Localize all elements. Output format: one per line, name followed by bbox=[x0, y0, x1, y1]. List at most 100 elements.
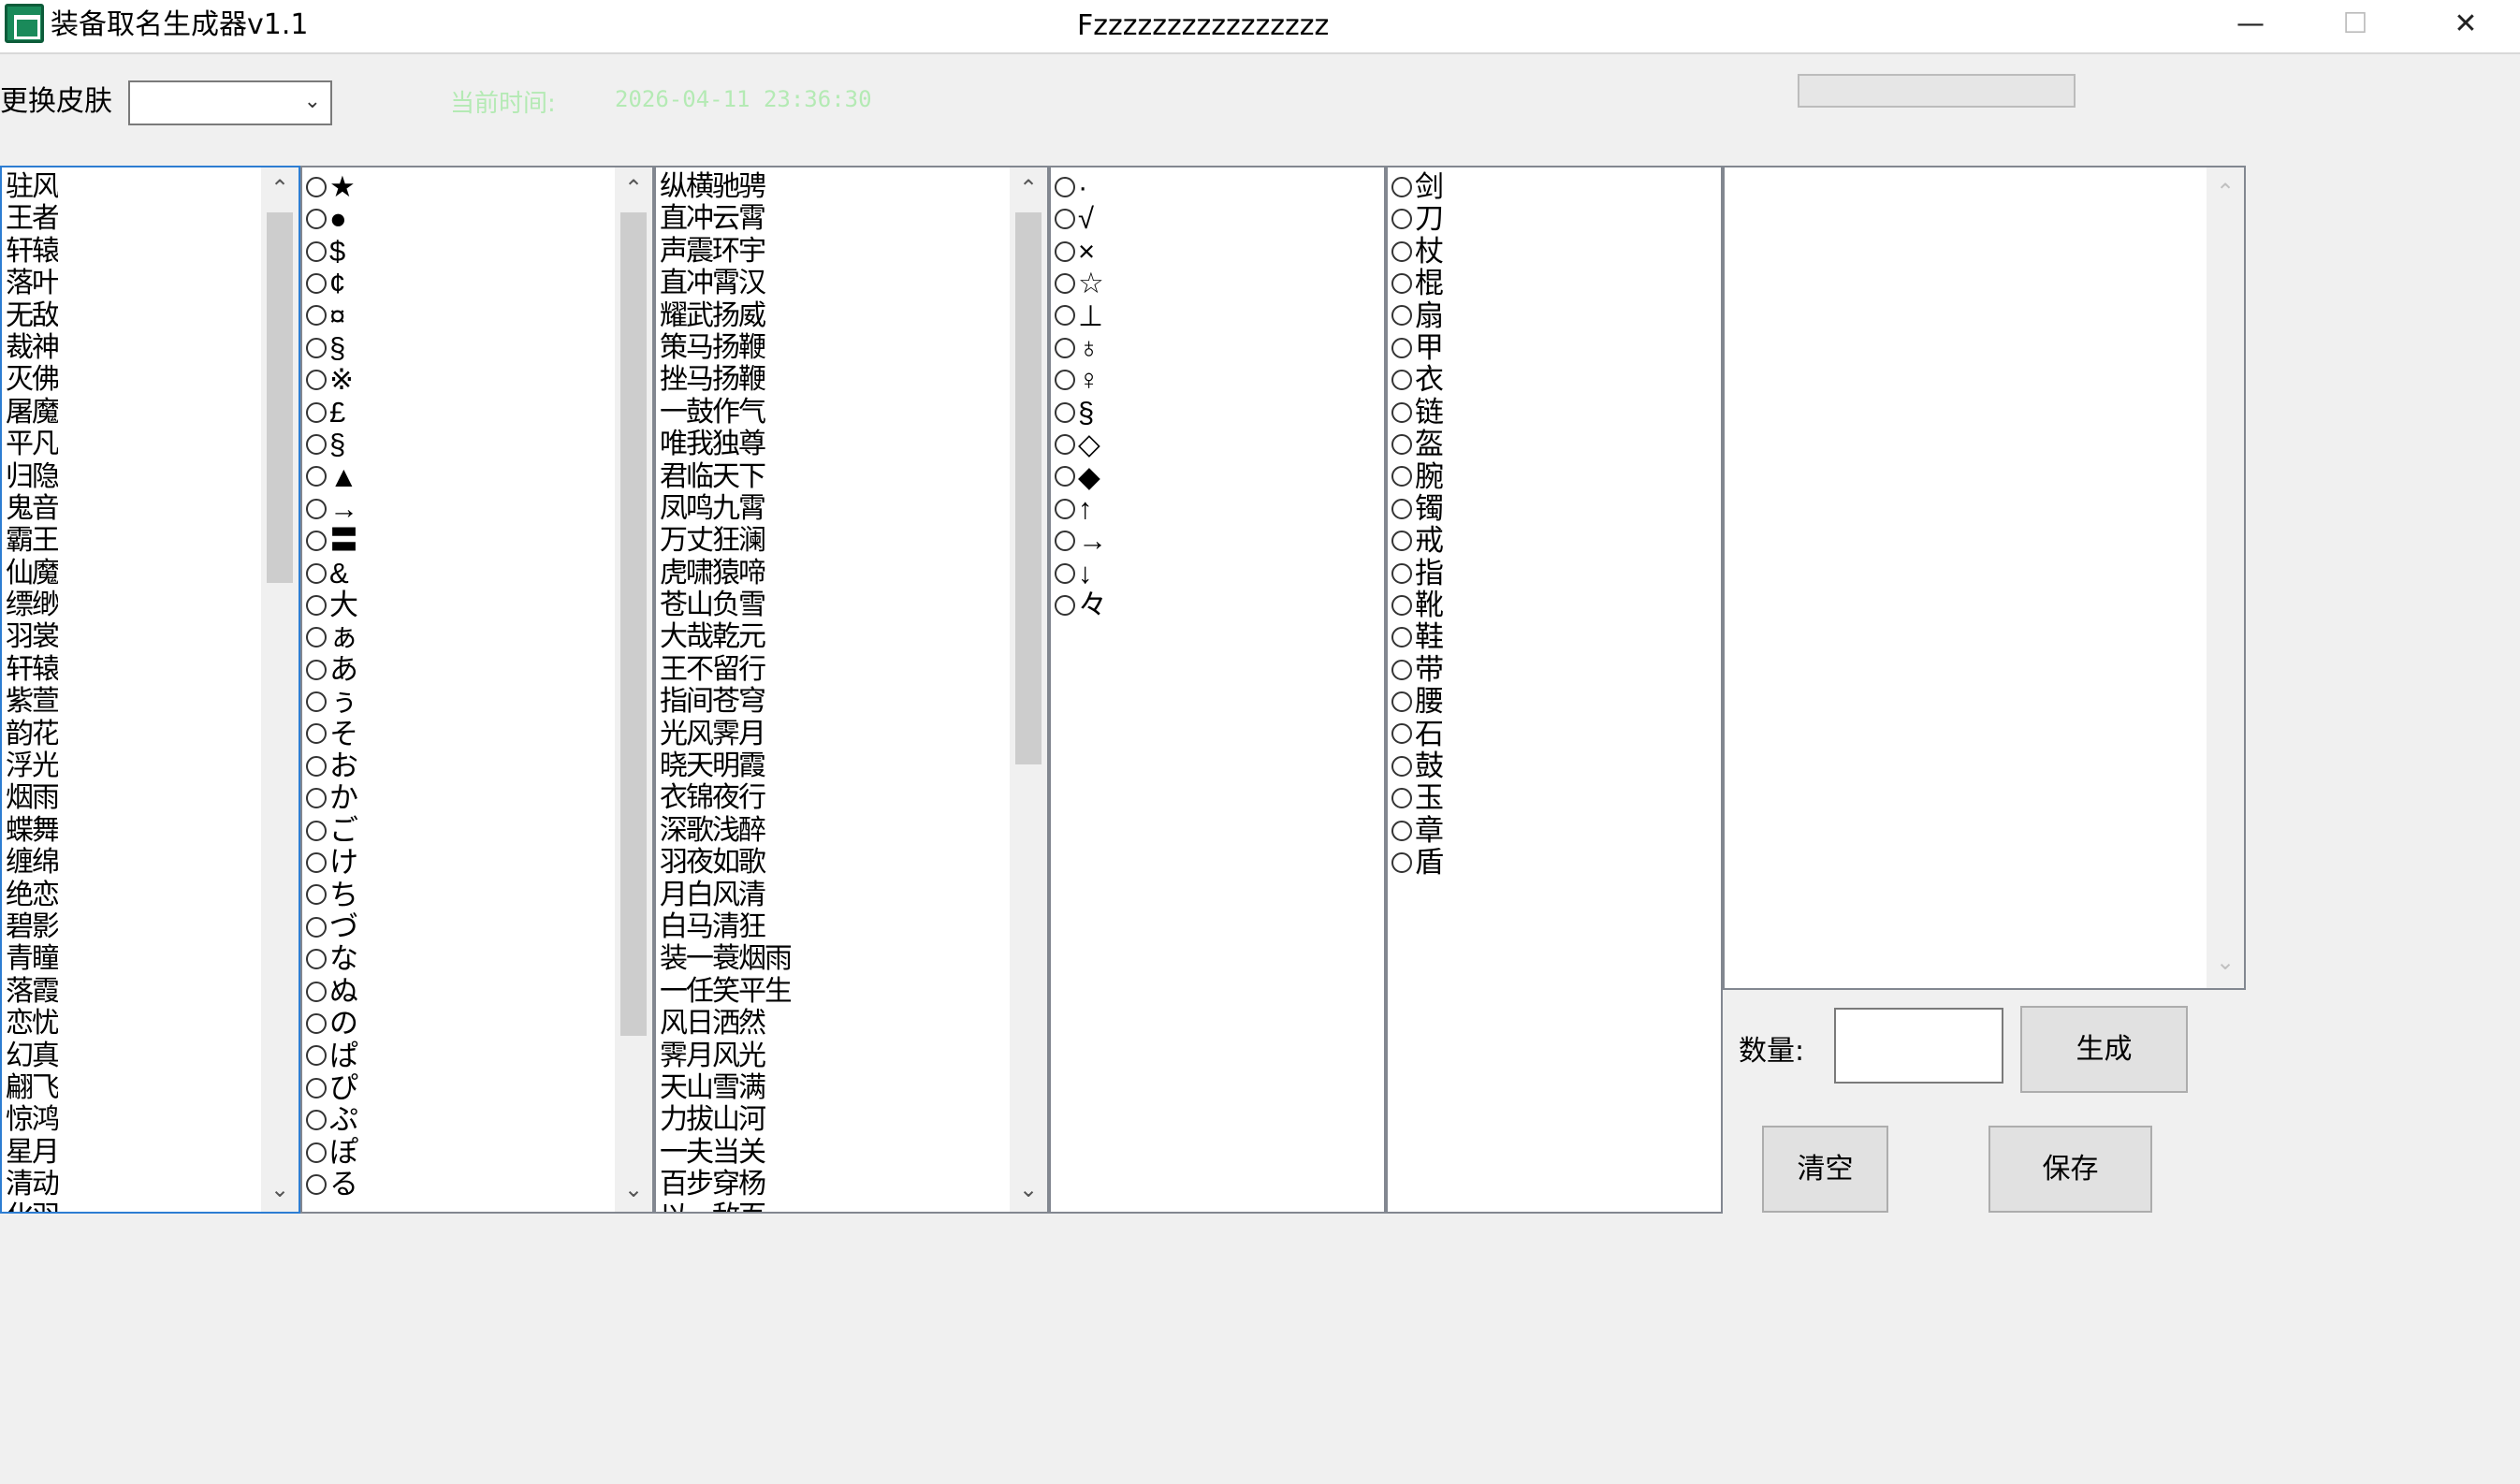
radio-button[interactable] bbox=[306, 755, 327, 777]
list-item[interactable]: 归隐 bbox=[6, 461, 58, 493]
radio-button[interactable] bbox=[306, 1077, 327, 1098]
scroll-up-icon[interactable]: ⌃ bbox=[1010, 169, 1047, 207]
list-item[interactable]: 翩飞 bbox=[6, 1072, 58, 1104]
names-scrollbar[interactable]: ⌃ ⌄ bbox=[261, 167, 299, 1212]
list-item[interactable]: √ bbox=[1055, 203, 1107, 235]
radio-button[interactable] bbox=[1055, 562, 1075, 584]
list-item[interactable]: 盾 bbox=[1391, 847, 1444, 879]
list-item[interactable]: ◆ bbox=[1055, 461, 1107, 493]
list-item[interactable]: か bbox=[306, 782, 358, 814]
list-item[interactable]: ぱ bbox=[306, 1040, 358, 1072]
radio-button[interactable] bbox=[1391, 176, 1412, 197]
list-item[interactable]: 声震环宇 bbox=[660, 236, 791, 268]
list-item[interactable]: 光风霁月 bbox=[660, 719, 791, 750]
radio-button[interactable] bbox=[1055, 337, 1075, 358]
list-item[interactable]: 靴 bbox=[1391, 589, 1444, 621]
radio-button[interactable] bbox=[1055, 466, 1075, 487]
radio-button[interactable] bbox=[306, 466, 327, 487]
radio-button[interactable] bbox=[306, 433, 327, 455]
list-item[interactable]: 衣 bbox=[1391, 364, 1444, 396]
list-item[interactable]: 霁月风光 bbox=[660, 1040, 791, 1072]
list-item[interactable]: ぁ bbox=[306, 621, 358, 653]
radio-button[interactable] bbox=[1391, 337, 1412, 358]
list-item[interactable]: 甲 bbox=[1391, 332, 1444, 364]
list-item[interactable]: 々 bbox=[1055, 589, 1107, 621]
radio-button[interactable] bbox=[306, 981, 327, 1002]
names-listbox[interactable]: 驻风 王者 轩辕 落叶 无敌 裁神 灭佛 屠魔 平凡 归隐 鬼音 霸王 仙魔 缥缈 羽裳 轩辕 紫萱 韵花 浮光 烟雨… bbox=[0, 166, 300, 1214]
radio-button[interactable] bbox=[1391, 498, 1412, 519]
minimize-button[interactable]: — bbox=[2196, 0, 2305, 49]
radio-button[interactable] bbox=[306, 176, 327, 197]
radio-button[interactable] bbox=[1055, 176, 1075, 197]
radio-button[interactable] bbox=[306, 949, 327, 970]
list-item[interactable]: 以一敌百 bbox=[660, 1201, 791, 1213]
list-item[interactable]: ご bbox=[306, 815, 358, 847]
radio-button[interactable] bbox=[1055, 370, 1075, 391]
radio-button[interactable] bbox=[1055, 594, 1075, 616]
list-item[interactable]: 王不留行 bbox=[660, 654, 791, 686]
radio-button[interactable] bbox=[306, 852, 327, 874]
list-item[interactable]: 鬼音 bbox=[6, 493, 58, 525]
list-item[interactable]: 绝恋 bbox=[6, 880, 58, 911]
list-item[interactable]: 白马清狂 bbox=[660, 911, 791, 943]
list-item[interactable]: 王者 bbox=[6, 203, 58, 235]
list-item[interactable]: 碧影 bbox=[6, 911, 58, 943]
list-item[interactable]: 风日洒然 bbox=[660, 1008, 791, 1040]
list-item[interactable]: 屠魔 bbox=[6, 397, 58, 429]
list-item[interactable]: § bbox=[306, 429, 358, 460]
radio-button[interactable] bbox=[306, 498, 327, 519]
maximize-button[interactable]: ☐ bbox=[2301, 0, 2410, 49]
list-item[interactable]: ● bbox=[306, 203, 358, 235]
phrases-scrollbar[interactable]: ⌃ ⌄ bbox=[1010, 167, 1047, 1212]
list-item[interactable]: 霸王 bbox=[6, 525, 58, 557]
radio-button[interactable] bbox=[306, 1012, 327, 1034]
list-item[interactable]: 缠绵 bbox=[6, 847, 58, 879]
list-item[interactable]: ▲ bbox=[306, 461, 358, 493]
skin-select[interactable]: ⌄ bbox=[128, 80, 332, 125]
list-item[interactable]: 刀 bbox=[1391, 203, 1444, 235]
list-item[interactable]: · bbox=[1055, 171, 1107, 203]
list-item[interactable]: ♀ bbox=[1055, 364, 1107, 396]
list-item[interactable]: 灭佛 bbox=[6, 364, 58, 396]
marks-listbox[interactable]: · √ × ☆ ⊥ ♁ ♀ § ◇ ◆ ↑ → ↓ 々 bbox=[1049, 166, 1386, 1214]
list-item[interactable]: 平凡 bbox=[6, 429, 58, 460]
scroll-thumb[interactable] bbox=[620, 212, 647, 1036]
list-item[interactable]: 凤鸣九霄 bbox=[660, 493, 791, 525]
list-item[interactable]: ぷ bbox=[306, 1104, 358, 1136]
list-item[interactable]: 韵花 bbox=[6, 719, 58, 750]
list-item[interactable]: 唯我独尊 bbox=[660, 429, 791, 460]
list-item[interactable]: 剑 bbox=[1391, 171, 1444, 203]
list-item[interactable]: $ bbox=[306, 236, 358, 268]
scroll-down-icon[interactable]: ⌄ bbox=[2207, 943, 2244, 981]
list-item[interactable]: 星月 bbox=[6, 1137, 58, 1169]
list-item[interactable]: 纵横驰骋 bbox=[660, 171, 791, 203]
scroll-thumb[interactable] bbox=[267, 212, 293, 583]
save-button[interactable]: 保存 bbox=[1988, 1126, 2152, 1213]
list-item[interactable]: 驻风 bbox=[6, 171, 58, 203]
list-item[interactable]: 轩辕 bbox=[6, 654, 58, 686]
radio-button[interactable] bbox=[306, 788, 327, 809]
list-item[interactable]: 戒 bbox=[1391, 525, 1444, 557]
radio-button[interactable] bbox=[1055, 401, 1075, 423]
list-item[interactable]: 落叶 bbox=[6, 268, 58, 299]
radio-button[interactable] bbox=[306, 1173, 327, 1195]
list-item[interactable]: 羽裳 bbox=[6, 621, 58, 653]
list-item[interactable]: 直冲云霄 bbox=[660, 203, 791, 235]
list-item[interactable]: 一夫当关 bbox=[660, 1137, 791, 1169]
list-item[interactable]: 蝶舞 bbox=[6, 815, 58, 847]
list-item[interactable]: 〓 bbox=[306, 525, 358, 557]
radio-button[interactable] bbox=[306, 627, 327, 648]
list-item[interactable]: ⊥ bbox=[1055, 300, 1107, 332]
output-scrollbar[interactable]: ⌃ ⌄ bbox=[2207, 167, 2244, 988]
radio-button[interactable] bbox=[306, 691, 327, 713]
list-item[interactable]: 装一蓑烟雨 bbox=[660, 943, 791, 975]
list-item[interactable]: 苍山负雪 bbox=[660, 589, 791, 621]
list-item[interactable]: → bbox=[306, 493, 358, 525]
list-item[interactable]: ぴ bbox=[306, 1072, 358, 1104]
list-item[interactable]: 棍 bbox=[1391, 268, 1444, 299]
radio-button[interactable] bbox=[1391, 531, 1412, 552]
list-item[interactable]: 一鼓作气 bbox=[660, 397, 791, 429]
list-item[interactable]: 羽夜如歌 bbox=[660, 847, 791, 879]
list-item[interactable]: 恋忧 bbox=[6, 1008, 58, 1040]
list-item[interactable]: な bbox=[306, 943, 358, 975]
